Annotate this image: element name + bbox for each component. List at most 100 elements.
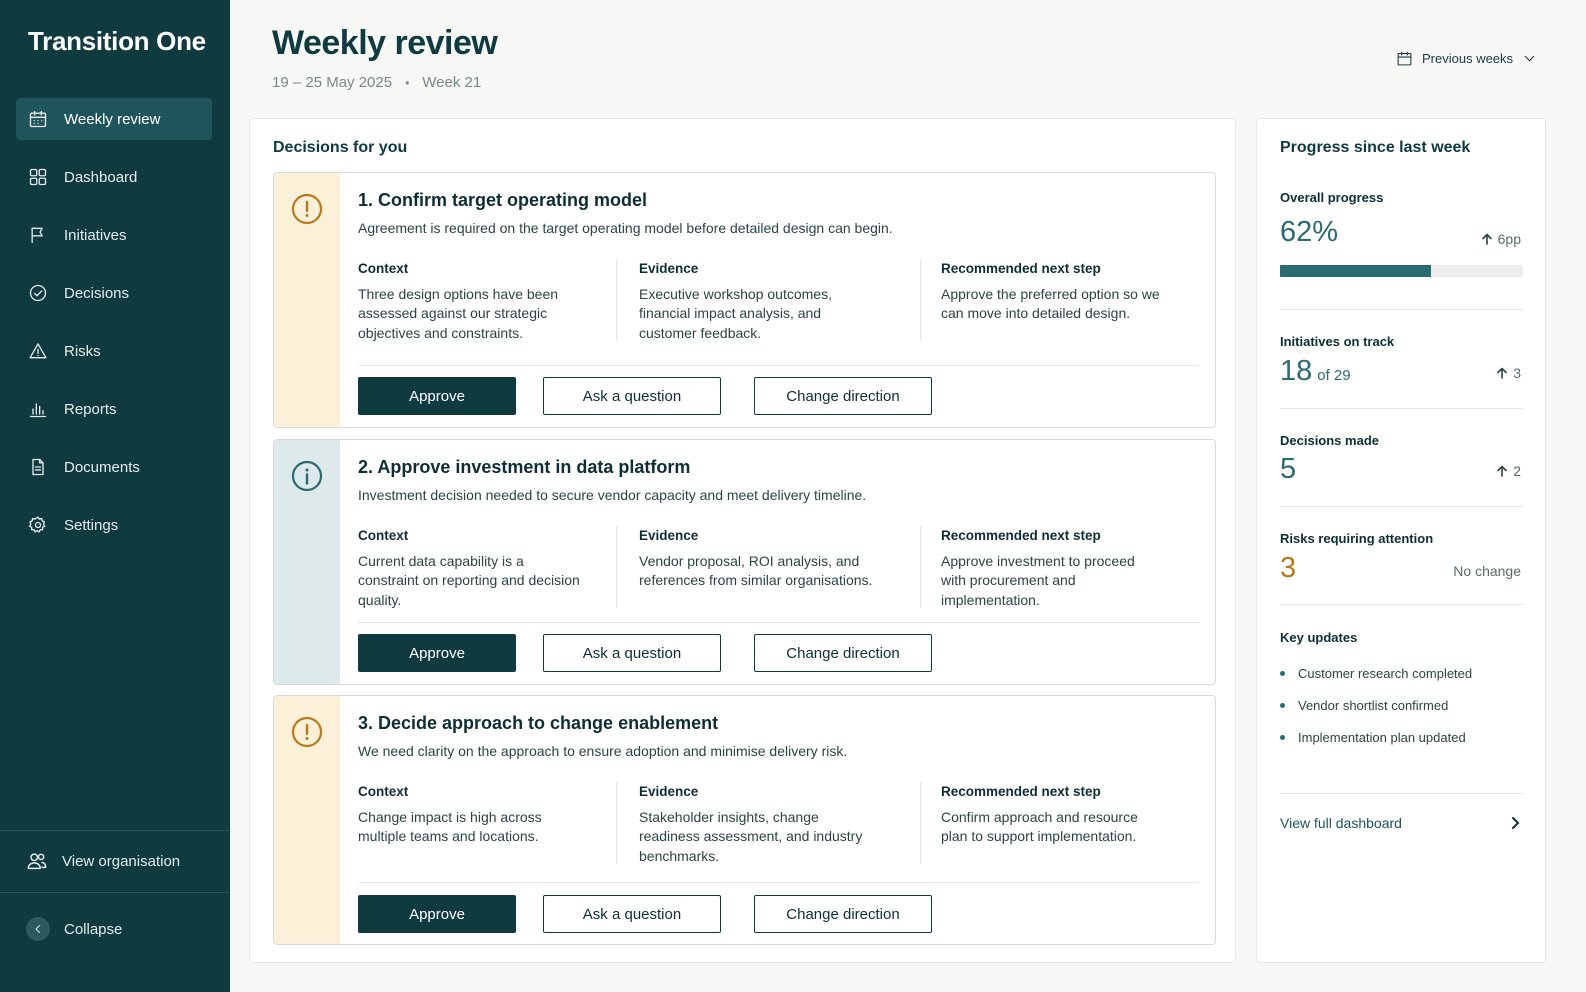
decision-title: 1. Confirm target operating model [358,190,648,210]
sidebar-item-reports[interactable]: Reports [16,388,212,430]
collapse-button[interactable]: Collapse [16,909,216,949]
card-status-strip [274,696,340,944]
grid-icon [28,167,48,187]
sidebar-item-weekly-review[interactable]: Weekly review [16,98,212,140]
decision-description: We need clarity on the approach to ensur… [358,743,848,759]
ask-question-button[interactable]: Ask a question [543,634,721,672]
calendar-icon [1396,50,1413,67]
next-step-label: Recommended next step [941,528,1101,543]
sidebar-item-dashboard[interactable]: Dashboard [16,156,212,198]
evidence-label: Evidence [639,784,699,799]
column-divider [616,526,617,608]
decision-evidence: Evidence Stakeholder insights, change re… [639,782,879,866]
bullet-icon [1280,670,1285,676]
week-number: Week 21 [422,74,482,91]
decision-title: 2. Approve investment in data platform [358,457,691,477]
sidebar-item-label: Decisions [64,284,130,302]
sidebar-divider [0,892,230,893]
decisions-made-delta: 2 [1496,463,1521,479]
progress-title: Progress since last week [1280,139,1471,156]
bullet-icon [1280,734,1285,740]
column-divider [616,782,617,864]
decision-context: Context Current data capability is a con… [358,526,588,610]
context-text: Three design options have been assessed … [358,285,559,341]
sidebar-item-initiatives[interactable]: Initiatives [16,214,212,256]
sidebar-item-settings[interactable]: Settings [16,504,212,546]
evidence-text: Vendor proposal, ROI analysis, and refer… [639,552,873,589]
page-title: Weekly review [272,24,498,62]
sidebar-item-label: Dashboard [64,168,138,186]
bullet-icon [1280,702,1285,708]
delta-value: No change [1453,563,1521,579]
alert-circle-icon [291,193,323,225]
column-divider [920,782,921,864]
people-icon [26,850,48,872]
document-icon [28,457,48,477]
context-label: Context [358,528,409,543]
decision-next-step: Recommended next step Approve investment… [941,526,1161,610]
overall-progress-value: 62% [1280,216,1339,248]
panel-divider [1280,408,1523,409]
list-item: Customer research completed [1280,657,1523,689]
initiatives-count: 18 [1280,355,1313,387]
change-direction-button[interactable]: Change direction [754,895,932,933]
gear-icon [28,515,48,535]
info-circle-icon [291,460,323,492]
view-organisation-link[interactable]: View organisation [16,841,216,881]
approve-button[interactable]: Approve [358,377,516,415]
calendar-icon [28,109,48,129]
context-text: Change impact is high across multiple te… [358,808,542,845]
decision-context: Context Change impact is high across mul… [358,782,588,847]
sidebar: Transition One Weekly review Dashboard I… [0,0,230,992]
collapse-label: Collapse [64,920,123,938]
flag-icon [28,225,48,245]
decision-card: 1. Confirm target operating model Agreem… [273,172,1216,428]
ask-question-button[interactable]: Ask a question [543,377,721,415]
view-full-dashboard-link[interactable]: View full dashboard [1280,815,1523,831]
approve-button[interactable]: Approve [358,895,516,933]
next-step-label: Recommended next step [941,784,1101,799]
initiatives-value: 18 of 29 [1280,355,1351,388]
column-divider [920,259,921,341]
risks-label: Risks requiring attention [1280,531,1434,546]
delta-value: 3 [1513,365,1521,381]
sidebar-nav: Weekly review Dashboard Initiatives Deci… [16,98,212,562]
list-item: Vendor shortlist confirmed [1280,689,1523,721]
previous-weeks-dropdown[interactable]: Previous weeks [1396,50,1538,67]
overall-progress-delta: 6pp [1481,231,1521,247]
sidebar-item-decisions[interactable]: Decisions [16,272,212,314]
change-direction-button[interactable]: Change direction [754,634,932,672]
decision-next-step: Recommended next step Confirm approach a… [941,782,1161,847]
panel-divider [1280,793,1523,794]
sidebar-item-label: Weekly review [64,110,161,128]
chevron-down-icon [1521,50,1538,67]
evidence-label: Evidence [639,261,699,276]
change-direction-button[interactable]: Change direction [754,377,932,415]
decisions-made-label: Decisions made [1280,433,1379,448]
approve-button[interactable]: Approve [358,634,516,672]
decision-description: Investment decision needed to secure ven… [358,487,867,503]
sidebar-divider [0,830,230,831]
card-divider [358,882,1199,883]
card-divider [358,622,1199,623]
column-divider [616,259,617,341]
delta-value: 6pp [1497,231,1521,247]
previous-weeks-label: Previous weeks [1422,51,1514,66]
context-label: Context [358,784,409,799]
key-updates-list: Customer research completed Vendor short… [1280,657,1523,753]
evidence-label: Evidence [639,528,699,543]
sidebar-item-documents[interactable]: Documents [16,446,212,488]
decisions-title: Decisions for you [273,139,408,156]
delta-value: 2 [1513,463,1521,479]
week-info: 19 – 25 May 2025 • Week 21 [272,74,481,91]
next-step-text: Confirm approach and resource plan to su… [941,808,1138,845]
ask-question-button[interactable]: Ask a question [543,895,721,933]
decision-context: Context Three design options have been a… [358,259,588,343]
sidebar-item-label: Risks [64,342,101,360]
panel-divider [1280,604,1523,605]
panel-divider [1280,309,1523,310]
risks-delta: No change [1453,563,1521,579]
decision-evidence: Evidence Vendor proposal, ROI analysis, … [639,526,879,591]
decisions-made-value: 5 [1280,453,1297,485]
sidebar-item-risks[interactable]: Risks [16,330,212,372]
